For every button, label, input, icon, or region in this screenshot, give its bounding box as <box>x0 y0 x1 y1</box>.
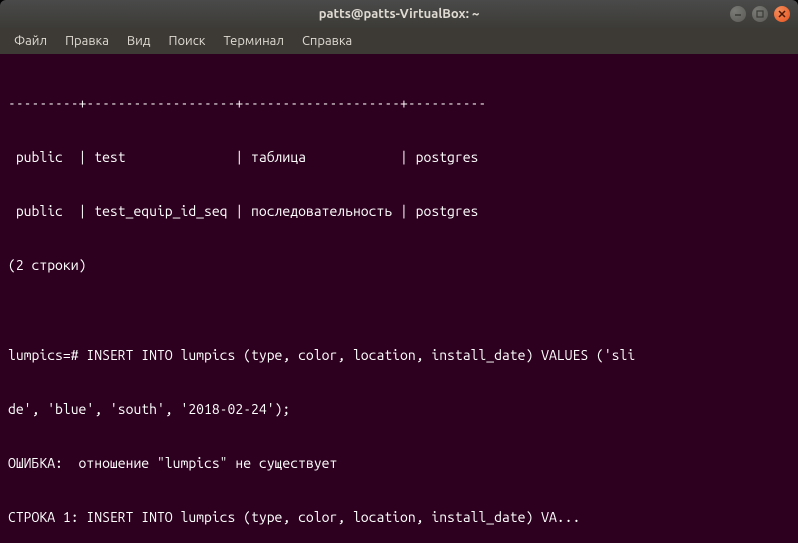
terminal-window: patts@patts-VirtualBox: ~ Файл Правка Ви… <box>0 0 798 543</box>
close-button[interactable] <box>774 6 790 22</box>
maximize-icon <box>755 9 765 19</box>
terminal-line: public | test | таблица | postgres <box>8 148 790 166</box>
terminal-line: lumpics=# INSERT INTO lumpics (type, col… <box>8 346 790 364</box>
terminal-line: (2 строки) <box>8 256 790 274</box>
terminal-line: СТРОКА 1: INSERT INTO lumpics (type, col… <box>8 508 790 526</box>
maximize-button[interactable] <box>752 6 768 22</box>
terminal-line: public | test_equip_id_seq | последовате… <box>8 202 790 220</box>
menu-file[interactable]: Файл <box>6 31 55 51</box>
menu-edit[interactable]: Правка <box>57 31 117 51</box>
minimize-icon <box>733 9 743 19</box>
titlebar: patts@patts-VirtualBox: ~ <box>0 0 798 28</box>
menu-terminal[interactable]: Терминал <box>215 31 291 51</box>
menu-view[interactable]: Вид <box>119 31 159 51</box>
terminal-line: ---------+-------------------+----------… <box>8 94 790 112</box>
minimize-button[interactable] <box>730 6 746 22</box>
terminal-body[interactable]: ---------+-------------------+----------… <box>0 54 798 543</box>
terminal-line: ОШИБКА: отношение "lumpics" не существуе… <box>8 454 790 472</box>
menu-help[interactable]: Справка <box>294 31 360 51</box>
window-title: patts@patts-VirtualBox: ~ <box>319 7 480 21</box>
close-icon <box>777 9 787 19</box>
window-controls <box>730 6 790 22</box>
terminal-line: de', 'blue', 'south', '2018-02-24'); <box>8 400 790 418</box>
menu-search[interactable]: Поиск <box>160 31 213 51</box>
menubar: Файл Правка Вид Поиск Терминал Справка <box>0 28 798 54</box>
